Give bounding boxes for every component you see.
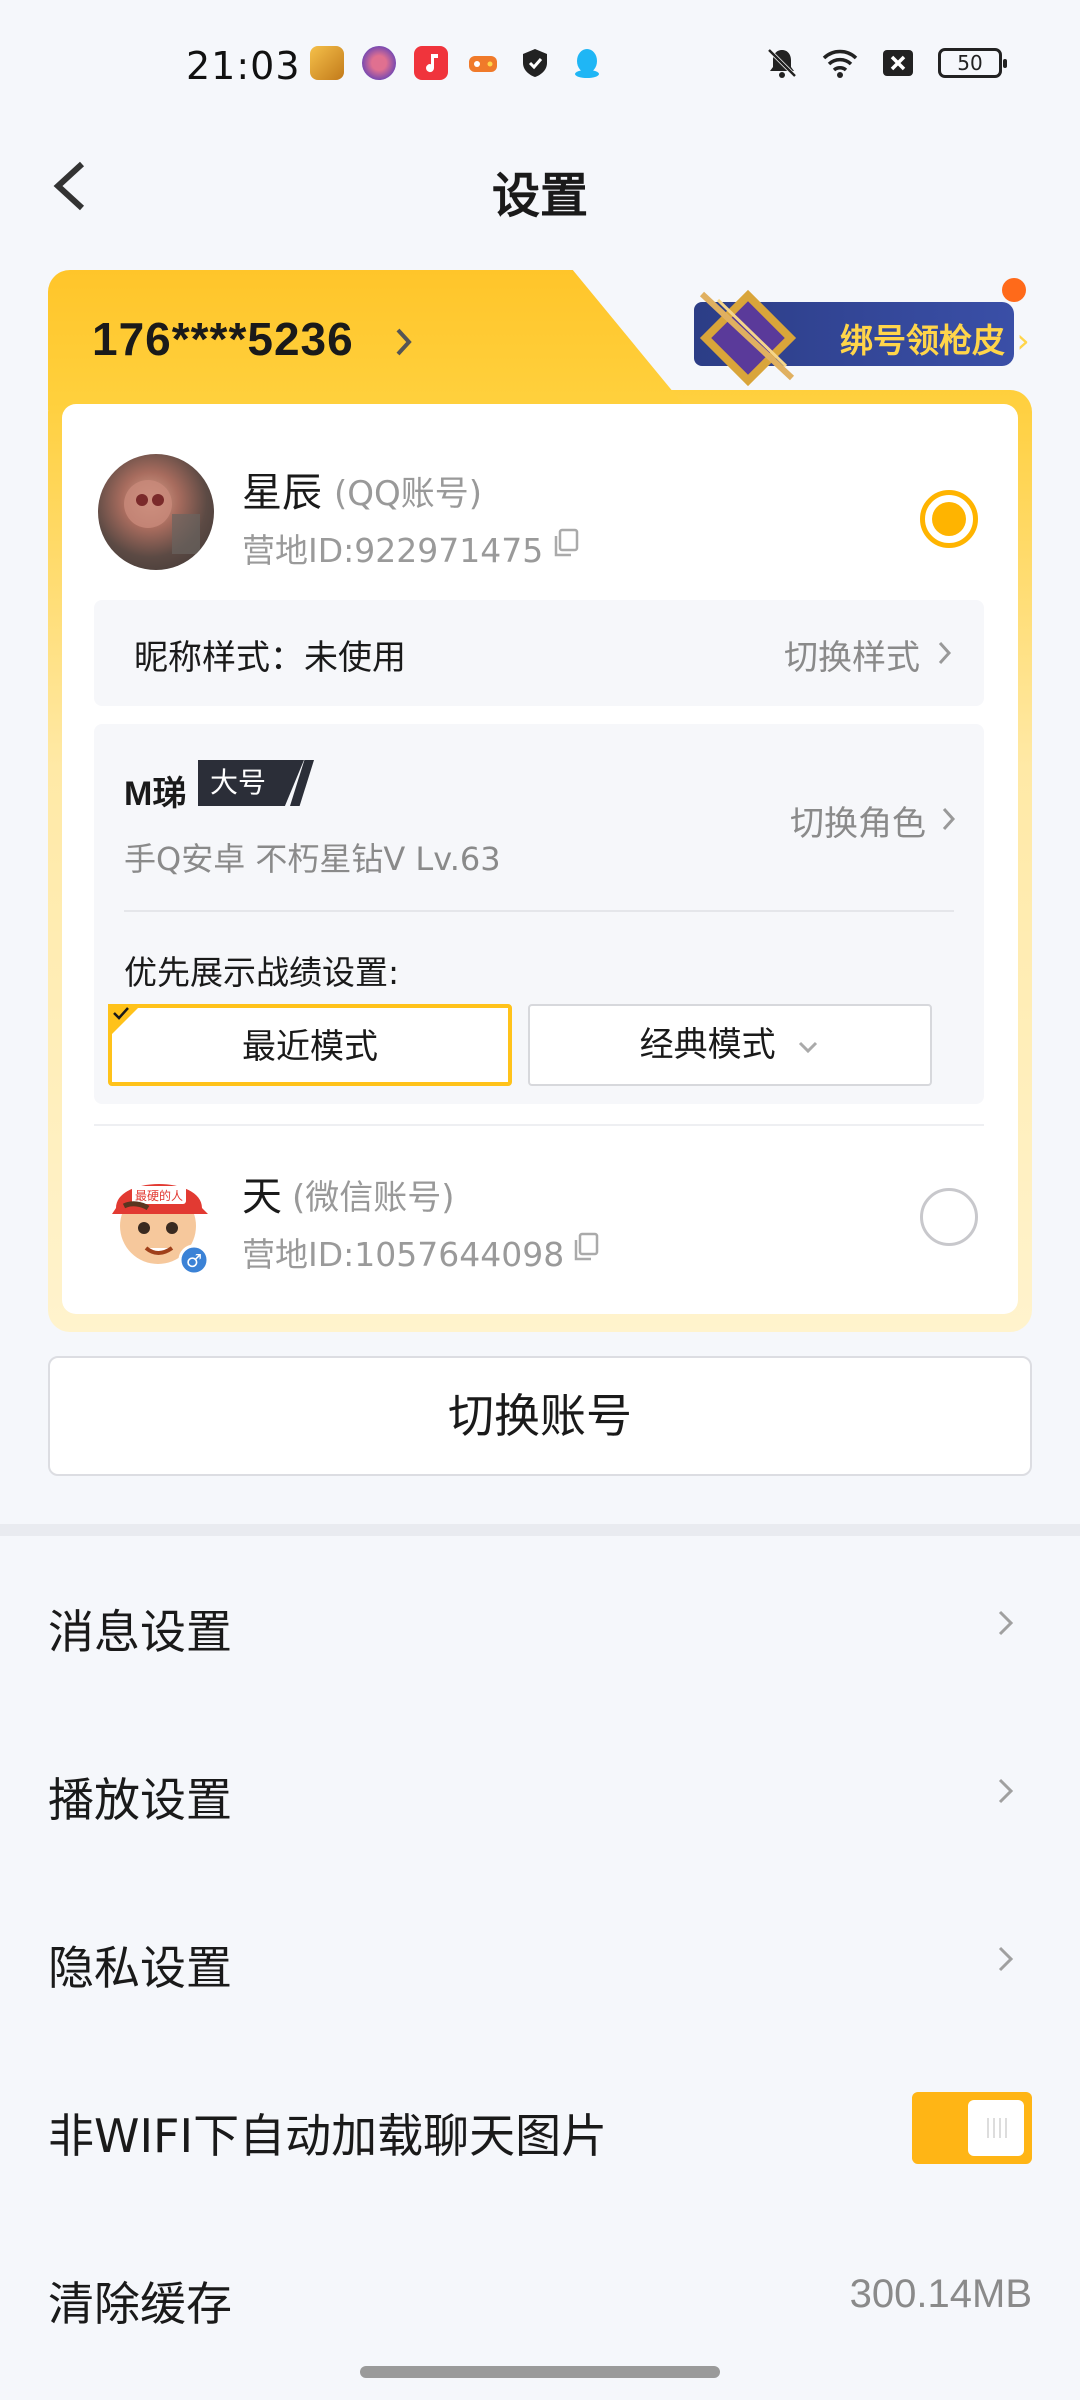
account-name: 星辰: [242, 470, 322, 516]
section-separator: [0, 1524, 1080, 1536]
chevron-right-icon: [998, 1946, 1014, 1972]
account-radio-selected[interactable]: [920, 490, 978, 548]
game-role-box: M珶 大号 手Q安卓 不朽星钻V Lv.63 切换角色 优先展示战绩设置: 最近…: [94, 724, 984, 1104]
divider: [124, 910, 954, 912]
bind-promo-text: 绑号领枪皮: [840, 321, 1005, 360]
classic-mode-label: 经典模式: [639, 1025, 776, 1065]
chevron-right-icon: [998, 1778, 1014, 1804]
divider: [94, 1124, 984, 1126]
copy-icon[interactable]: [572, 1232, 600, 1262]
record-pref-label: 优先展示战绩设置:: [124, 953, 400, 992]
status-right-icons: 50: [764, 46, 1007, 80]
battery-indicator: 50: [938, 48, 1007, 78]
chevron-right-icon: [942, 807, 956, 831]
copy-icon[interactable]: [552, 528, 580, 558]
auto-load-images-toggle[interactable]: [912, 2092, 1032, 2164]
cache-size: 300.14MB: [849, 2272, 1032, 2316]
account-type: (QQ账号): [334, 474, 483, 514]
setting-label: 播放设置: [48, 1773, 232, 1827]
svg-text:最硬的人: 最硬的人: [135, 1188, 183, 1203]
nickname-style-row[interactable]: 昵称样式：未使用 切换样式: [94, 600, 984, 706]
message-settings-row[interactable]: 消息设置: [0, 1552, 1080, 1692]
camp-id: 营地ID:922971475: [242, 531, 544, 570]
accounts-panel: 星辰 (QQ账号) 营地ID:922971475 昵称样式：未使用 切换样式 M…: [62, 404, 1018, 1314]
setting-label: 消息设置: [48, 1605, 232, 1659]
chevron-right-icon: ›: [1016, 321, 1030, 360]
mute-bell-icon: [767, 48, 797, 78]
role-meta: 手Q安卓 不朽星钻V Lv.63: [124, 840, 501, 878]
gun-skin-emblem-icon: [699, 289, 797, 387]
qq-app-icon: [570, 46, 604, 80]
bind-promo-label[interactable]: 绑号领枪皮 ›: [840, 314, 1030, 362]
chevron-right-icon: [396, 328, 412, 356]
main-account-badge: 大号: [198, 760, 304, 806]
chevron-down-icon: [799, 1041, 818, 1053]
switch-style-link[interactable]: 切换样式: [784, 630, 920, 679]
music-app-icon: [414, 46, 448, 80]
status-app-icons: [310, 46, 604, 80]
status-time: 21:03: [186, 44, 301, 88]
game-app-icon: [310, 46, 344, 80]
switch-account-button[interactable]: 切换账号: [48, 1356, 1032, 1476]
account-name: 天: [242, 1174, 282, 1220]
flower-app-icon: [362, 46, 396, 80]
recent-mode-label: 最近模式: [242, 1027, 378, 1067]
clear-cache-row[interactable]: 清除缓存 300.14MB: [0, 2224, 1080, 2364]
privacy-settings-row[interactable]: 隐私设置: [0, 1888, 1080, 2028]
status-bar: 21:03 50: [0, 0, 1080, 130]
nickname-style-label: 昵称样式：未使用: [134, 638, 406, 678]
account-type: (微信账号): [292, 1178, 455, 1218]
setting-label: 隐私设置: [48, 1941, 232, 1995]
avatar[interactable]: 最硬的人 ♂: [102, 1156, 218, 1280]
camp-id: 营地ID:1057644098: [242, 1235, 565, 1274]
chevron-right-icon: [938, 641, 952, 665]
playback-settings-row[interactable]: 播放设置: [0, 1720, 1080, 1860]
recent-mode-button[interactable]: 最近模式: [108, 1004, 512, 1086]
page-title: 设置: [491, 168, 588, 224]
wifi-icon: [822, 49, 858, 78]
checkmark-icon: [113, 1007, 129, 1020]
auto-load-images-row: 非WIFI下自动加载聊天图片: [0, 2056, 1080, 2196]
setting-label: 清除缓存: [48, 2277, 232, 2331]
classic-mode-dropdown[interactable]: 经典模式: [528, 1004, 932, 1086]
account-radio[interactable]: [920, 1188, 978, 1246]
notification-dot: [1002, 278, 1026, 302]
home-indicator[interactable]: [360, 2366, 720, 2378]
account-card: 176****5236 绑号领枪皮 › 星辰 (QQ账号) 营地ID:92297…: [48, 270, 1032, 1332]
role-name: M珶: [124, 775, 187, 813]
shield-app-icon: [518, 46, 552, 80]
game-controller-app-icon: [466, 46, 500, 80]
chevron-right-icon: [998, 1610, 1014, 1636]
svg-text:♂: ♂: [186, 1251, 202, 1272]
switch-role-link[interactable]: 切换角色: [790, 796, 926, 845]
grip-icon: [987, 2118, 1007, 2138]
no-sim-icon: [883, 50, 913, 76]
avatar[interactable]: [98, 454, 214, 570]
toggle-knob: [968, 2100, 1024, 2156]
setting-label: 非WIFI下自动加载聊天图片: [48, 2109, 608, 2163]
phone-number[interactable]: 176****5236: [92, 312, 354, 366]
